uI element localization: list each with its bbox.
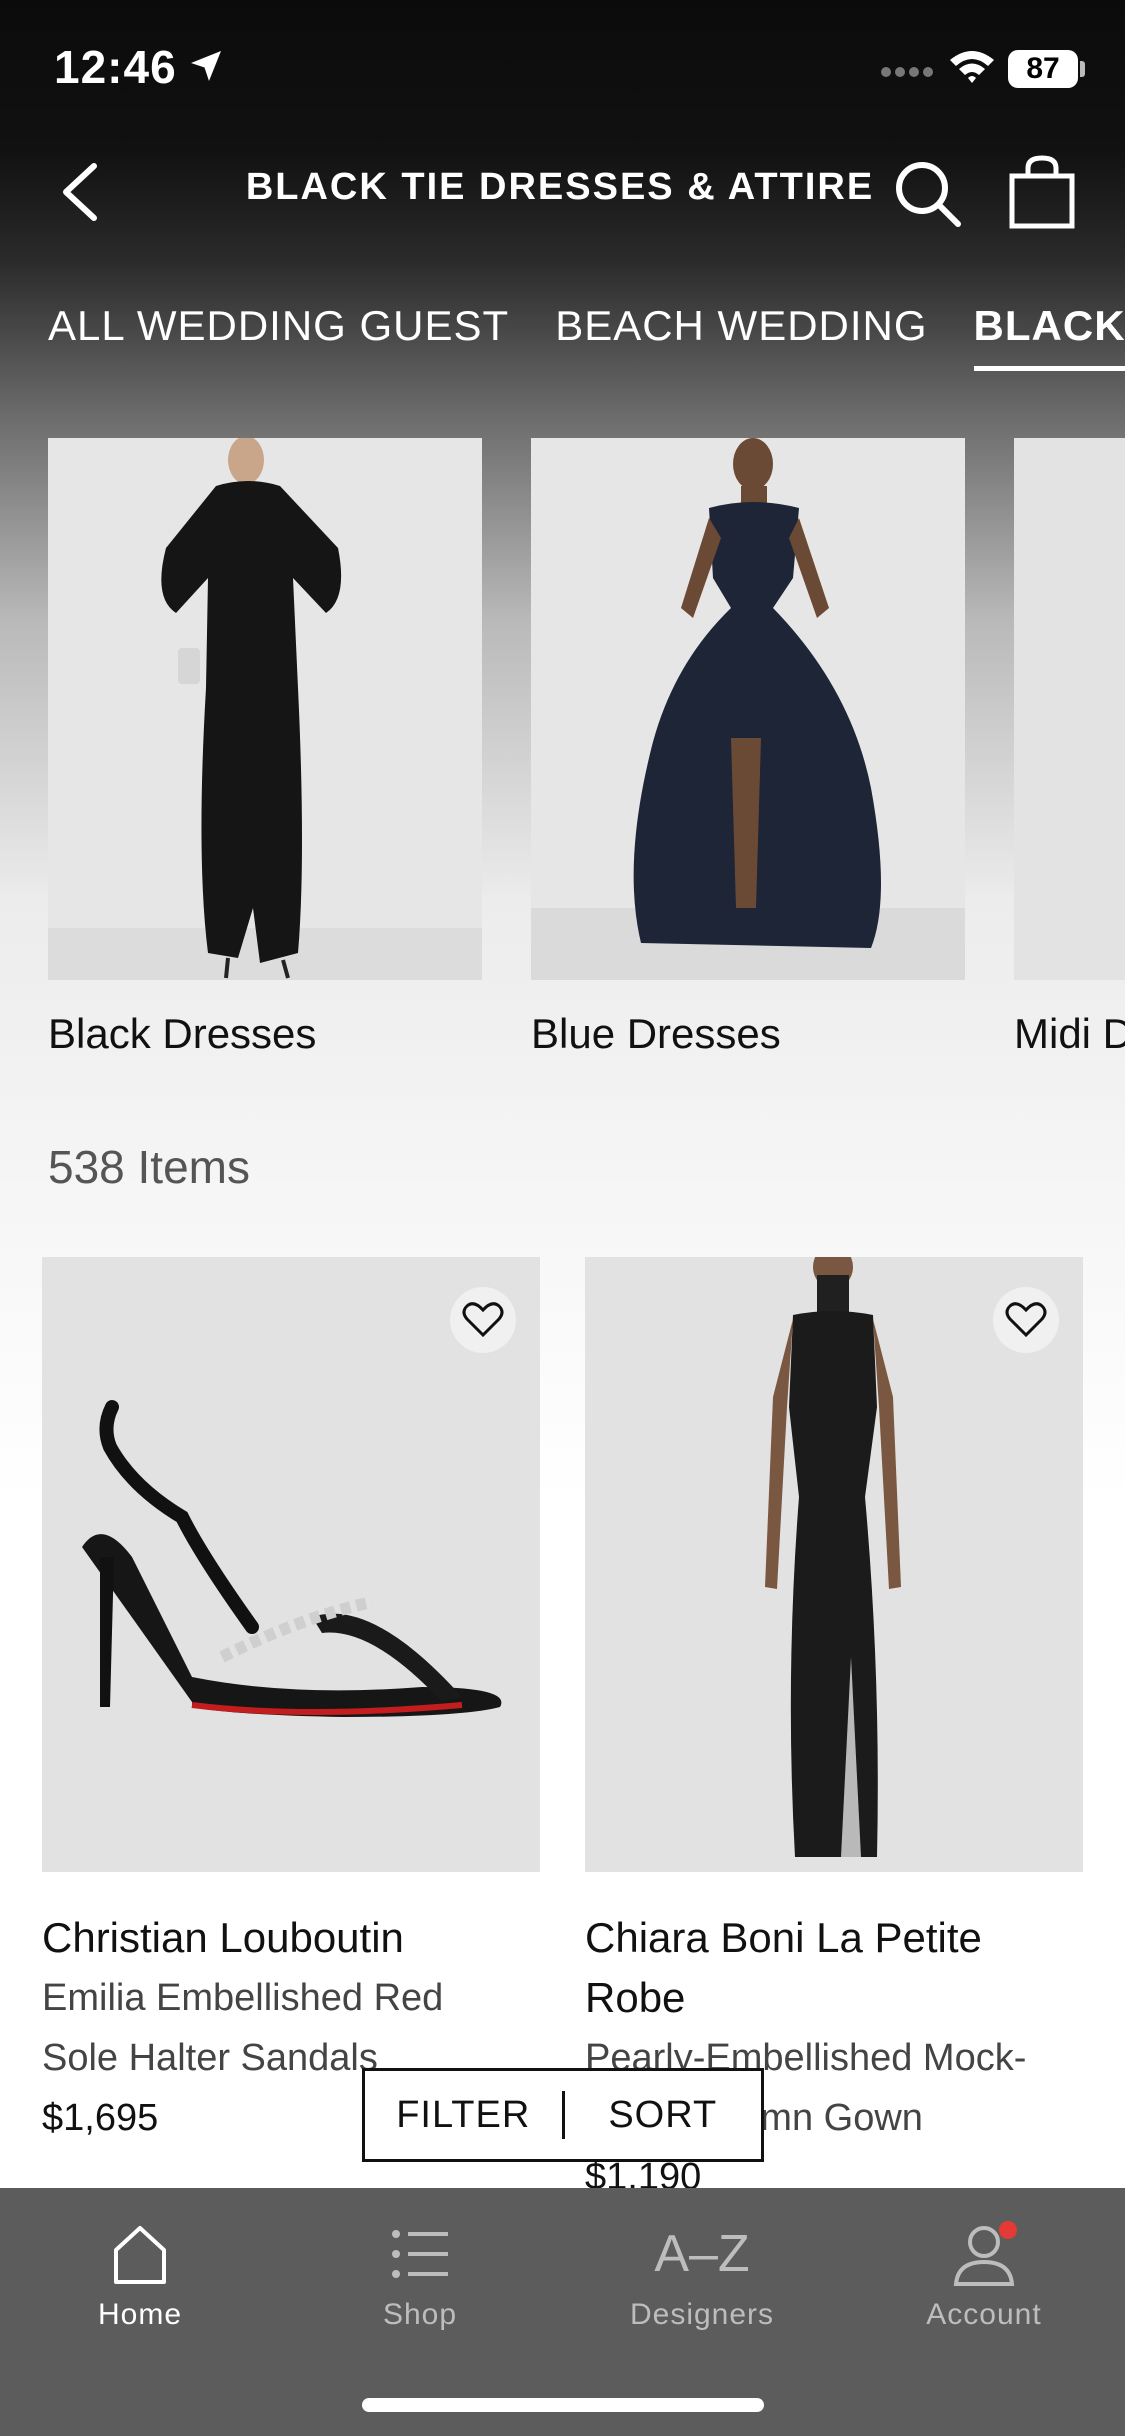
wishlist-button[interactable] [450,1287,516,1353]
product-brand[interactable]: Christian Louboutin [42,1908,542,1968]
search-icon[interactable] [892,158,964,230]
status-time: 12:46 [54,41,177,93]
subcategory-label-black-dresses[interactable]: Black Dresses [48,1010,316,1058]
page-title: BLACK TIE DRESSES & ATTIRE [245,166,875,208]
tab-beach-wedding[interactable]: BEACH WEDDING [555,302,927,366]
signal-icon [881,67,933,77]
nav-home[interactable]: Home [40,2218,240,2332]
back-button[interactable] [50,156,110,228]
product-image-chiara-boni-gown[interactable] [585,1257,1083,1872]
sort-button[interactable]: SORT [565,2094,762,2137]
battery-tip [1080,61,1085,77]
subcategory-image-black-dresses[interactable] [48,438,482,980]
blue-gown-model-image [531,438,965,980]
nav-label-shop: Shop [382,2298,458,2331]
list-icon [392,2230,448,2278]
heart-icon [462,1302,504,1338]
nav-label-designers: Designers [629,2298,775,2331]
product-name-line1[interactable]: Emilia Embellished Red [42,1968,542,2028]
category-tabs: ALL WEDDING GUEST BEACH WEDDING BLACK-TIE [48,302,1125,382]
subcategory-label-midi-dresses[interactable]: Midi Dresses [1014,1010,1125,1058]
items-count: 538 Items [48,1141,250,1193]
tab-black-tie[interactable]: BLACK-TIE [973,302,1125,371]
heart-icon [1005,1302,1047,1338]
a-z-icon: A–Z [654,2225,750,2283]
product-price: $1,695 [42,2097,159,2139]
product-brand-line2[interactable]: Robe [585,1968,1085,2028]
nav-shop[interactable]: Shop [320,2218,520,2332]
subcategory-image-blue-dresses[interactable] [531,438,965,980]
wifi-icon [950,51,994,83]
user-icon [953,2221,1017,2286]
nav-label-home: Home [97,2298,183,2331]
product-brand-line1[interactable]: Chiara Boni La Petite [585,1908,1085,1968]
home-indicator [362,2398,764,2412]
nav-account[interactable]: Account [884,2218,1084,2332]
product-image-louboutin-sandal[interactable] [42,1257,540,1872]
wishlist-button[interactable] [993,1287,1059,1353]
filter-sort-bar: FILTER SORT [362,2068,764,2162]
home-icon [114,2226,166,2284]
shopping-bag-icon[interactable] [1006,154,1078,230]
black-dress-model-image [48,438,482,980]
tab-all-wedding-guest[interactable]: ALL WEDDING GUEST [48,302,509,366]
location-arrow-icon [191,51,221,81]
nav-label-account: Account [926,2298,1042,2331]
battery-icon: 87 [1008,50,1078,88]
subcategory-label-blue-dresses[interactable]: Blue Dresses [531,1010,781,1058]
nav-designers[interactable]: A–Z Designers [602,2218,802,2332]
filter-button[interactable]: FILTER [365,2094,562,2137]
subcategory-image-midi-dresses[interactable] [1014,438,1125,980]
